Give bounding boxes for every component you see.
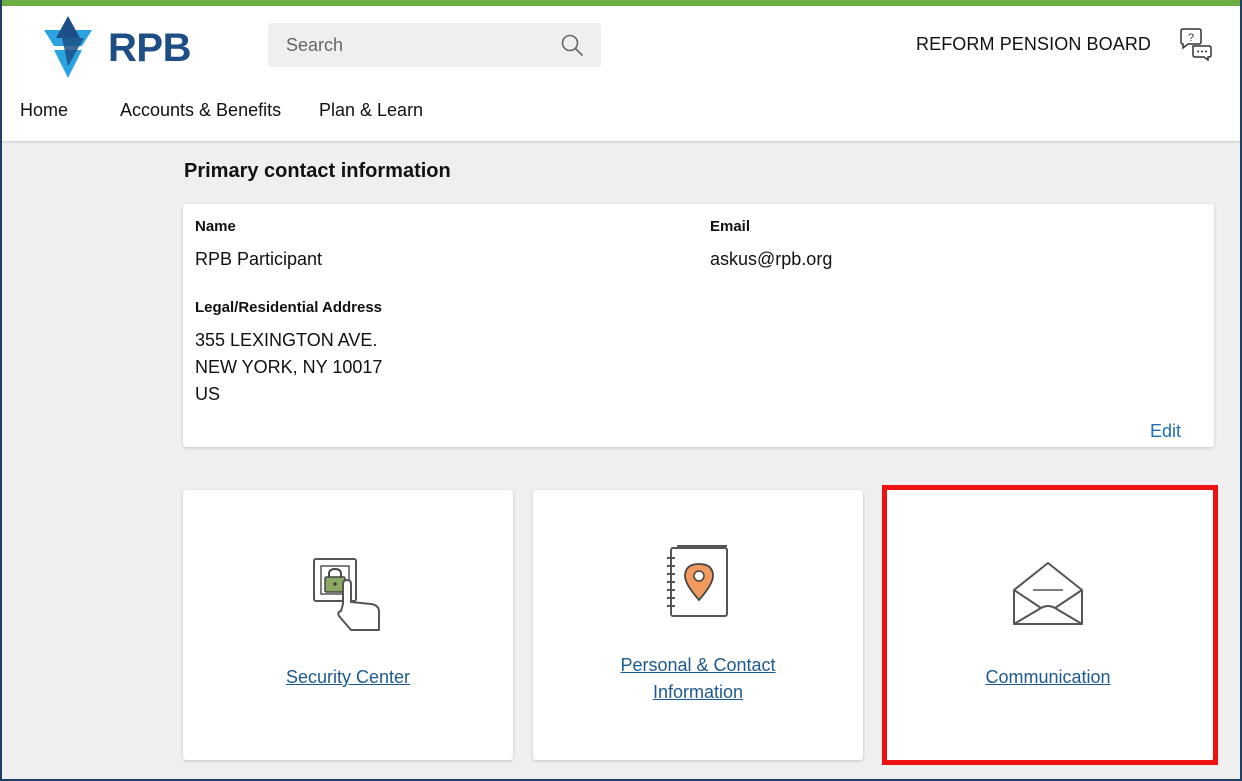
name-value: RPB Participant [195,249,323,269]
address-line-1: 355 LEXINGTON AVE. [195,330,378,350]
email-value: askus@rpb.org [710,249,833,269]
secure-touch-lock-icon [313,558,380,631]
search-input[interactable] [268,34,548,56]
tile-personal-contact-info[interactable]: Personal & Contact Information [533,490,863,760]
name-label: Name [195,218,236,235]
nav-plan-learn[interactable]: Plan & Learn [319,100,423,121]
communication-link[interactable]: Communication [883,664,1213,691]
rpb-logo[interactable]: RPB [40,16,210,80]
edit-link[interactable]: Edit [1150,421,1181,442]
search-icon[interactable] [561,34,583,56]
help-chat-icon[interactable]: ? [1178,27,1214,61]
main-nav: Home Accounts & Benefits Plan & Learn [2,100,702,124]
email-label: Email [710,218,751,235]
address-book-location-icon [667,545,728,617]
section-title: Primary contact information [184,160,451,182]
nav-accounts-benefits[interactable]: Accounts & Benefits [120,100,281,121]
star-logo-icon [44,16,92,78]
org-name: REFORM PENSION BOARD [916,34,1152,54]
contact-info-card: Name RPB Participant Email askus@rpb.org… [183,204,1214,447]
tile-security-center[interactable]: Security Center [183,490,513,760]
address-line-3: US [195,384,221,404]
app-window: RPB REFORM PENSION BOARD ? Home Accounts… [0,0,1242,781]
nav-home[interactable]: Home [20,100,68,121]
security-center-link[interactable]: Security Center [183,664,513,691]
envelope-open-icon [1013,562,1083,625]
personal-contact-link-line-2[interactable]: Information [533,679,863,706]
personal-contact-link-line-1[interactable]: Personal & Contact [533,652,863,679]
search-box[interactable] [268,23,601,67]
address-label: Legal/Residential Address [195,299,383,316]
address-line-2: NEW YORK, NY 10017 [195,357,383,377]
site-header: RPB REFORM PENSION BOARD ? Home Accounts… [2,6,1240,142]
logo-text: RPB [108,25,191,70]
tile-communication[interactable]: Communication [883,490,1213,760]
svg-text:?: ? [1188,32,1194,44]
